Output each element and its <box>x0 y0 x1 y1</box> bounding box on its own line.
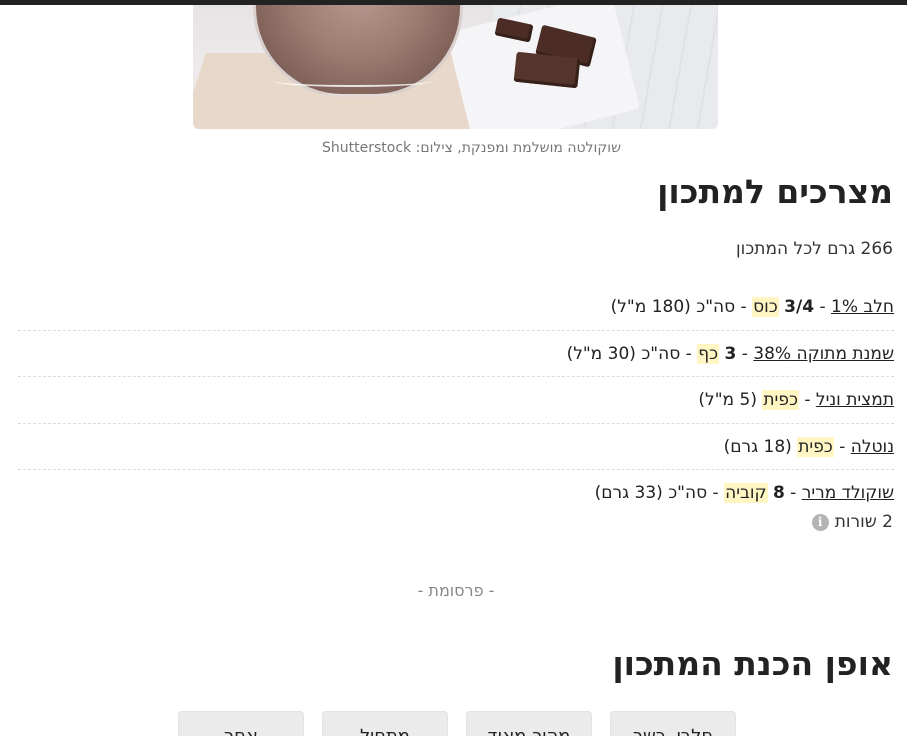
ingredient-quantity: 8 <box>772 483 785 503</box>
ingredient-row: חלב 1% - 3/4 כוס - סה"כ (180 מ"ל) <box>18 284 894 331</box>
ingredient-row: תמצית וניל - כפית (5 מ"ל) <box>18 377 894 424</box>
advertisement-label: - פרסומת - <box>417 581 495 600</box>
ingredient-unit[interactable]: כוס <box>752 297 779 317</box>
glass-shine <box>273 75 433 87</box>
tag-button[interactable]: מתחיל <box>322 711 448 736</box>
rows-note[interactable]: 2 שורות i <box>811 512 893 532</box>
ingredient-link[interactable]: תמצית וניל <box>816 390 894 410</box>
ingredient-quantity: 3/4 <box>784 297 815 317</box>
ingredient-link[interactable]: שוקולד מריר <box>802 483 894 503</box>
ingredient-unit[interactable]: כף <box>697 343 720 364</box>
recipe-tags: חלבי, כשר מהיר מאוד מתחיל אחר <box>178 711 736 736</box>
separator: - <box>798 390 816 410</box>
ingredient-unit[interactable]: כפית <box>797 436 834 457</box>
image-caption: שוקולטה מושלמת ומפנקת, צילום: Shuttersto… <box>322 140 621 156</box>
recipe-hero-image <box>193 5 718 129</box>
ingredient-total: סה"כ (30 מ"ל) <box>566 343 681 364</box>
separator: - <box>814 297 831 317</box>
rows-note-text: 2 שורות <box>834 512 893 532</box>
recipe-yield: 266 גרם לכל המתכון <box>736 239 893 259</box>
separator: - <box>680 343 698 364</box>
ingredients-list: חלב 1% - 3/4 כוס - סה"כ (180 מ"ל) שמנת מ… <box>18 284 894 517</box>
info-icon[interactable]: i <box>811 513 829 531</box>
ingredient-row: נוטלה - כפית (18 גרם) <box>18 424 894 470</box>
tag-button[interactable]: מהיר מאוד <box>466 711 592 736</box>
ingredient-unit[interactable]: כפית <box>762 390 799 410</box>
separator: - <box>707 483 725 503</box>
tag-button[interactable]: חלבי, כשר <box>610 711 736 736</box>
ingredient-link[interactable]: שמנת מתוקה 38% <box>753 344 894 364</box>
tag-button[interactable]: אחר <box>178 711 304 736</box>
ingredient-link[interactable]: חלב 1% <box>831 297 894 317</box>
ingredient-row: שמנת מתוקה 38% - 3 כף - סה"כ (30 מ"ל) <box>18 331 894 377</box>
separator: - <box>784 483 802 503</box>
ingredient-total: סה"כ (180 מ"ל) <box>610 297 736 317</box>
ingredient-total: (18 גרם) <box>723 436 792 457</box>
ingredient-quantity: 3 <box>724 343 737 364</box>
separator: - <box>736 343 754 364</box>
separator: - <box>833 436 851 457</box>
separator: - <box>735 297 753 317</box>
ingredient-unit[interactable]: קוביה <box>724 483 768 503</box>
ingredient-total: (5 מ"ל) <box>698 390 757 410</box>
ingredient-link[interactable]: נוטלה <box>851 437 894 457</box>
ingredient-row: שוקולד מריר - 8 קוביה - סה"כ (33 גרם) <box>18 470 894 517</box>
ingredients-title: מצרכים למתכון <box>657 172 893 211</box>
method-title: אופן הכנת המתכון <box>612 644 893 683</box>
ingredient-total: סה"כ (33 גרם) <box>594 483 708 503</box>
